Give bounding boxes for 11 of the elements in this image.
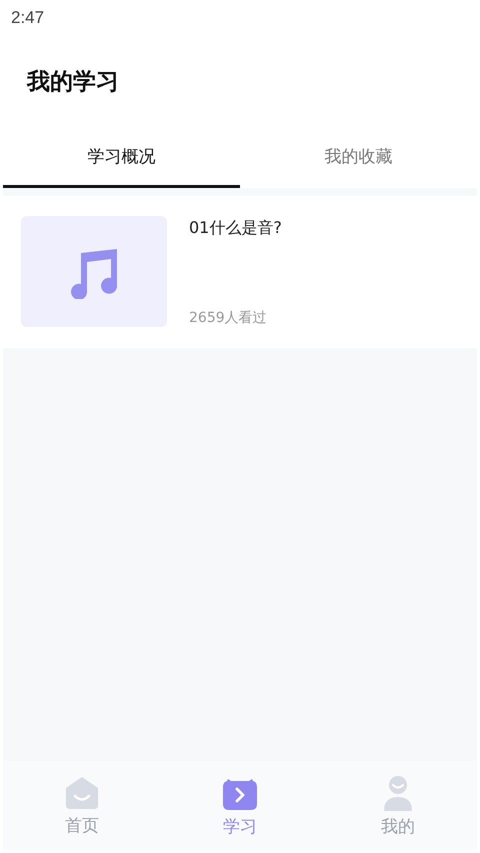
- home-icon: [64, 776, 100, 810]
- tab[interactable]: 我的收藏: [240, 127, 477, 188]
- status-time: 2:47: [11, 8, 44, 27]
- nav-item[interactable]: 学习: [161, 761, 319, 851]
- nav-item[interactable]: 我的: [319, 761, 477, 851]
- page-title: 我的学习: [27, 68, 119, 97]
- view-count: 2659人看过: [189, 309, 268, 327]
- nav-item[interactable]: 首页: [3, 761, 161, 851]
- course-title: 01什么是音?: [189, 218, 282, 239]
- tab[interactable]: 学习概况: [3, 127, 240, 188]
- course-card[interactable]: 01什么是音? 2659人看过: [3, 196, 477, 348]
